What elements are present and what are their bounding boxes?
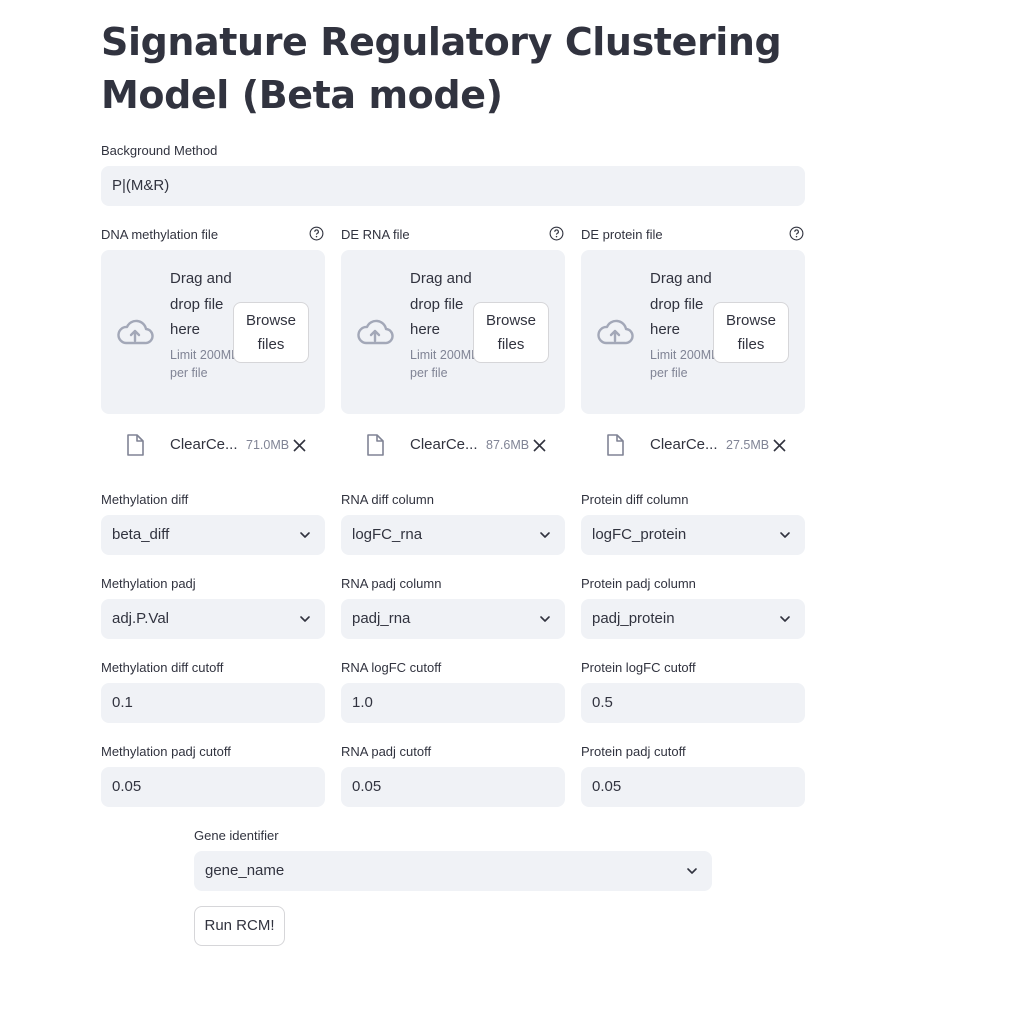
methylation-padj-cutoff-input[interactable]: 0.05 [101,767,325,807]
help-circle-icon[interactable] [789,226,804,241]
file-size: 27.5MB [726,438,770,452]
drag-drop-text: Drag and drop file here [410,270,472,338]
de-rna-dropzone[interactable]: Drag and drop file here Limit 200MB per … [341,250,565,414]
protein-padj-column-label: Protein padj column [581,576,696,591]
close-icon[interactable] [293,439,306,452]
protein-logfc-cutoff-label: Protein logFC cutoff [581,660,696,675]
run-rcm-button[interactable]: Run RCM! [194,906,285,946]
background-method-input[interactable]: P|(M&R) [101,166,805,206]
protein-padj-cutoff-label: Protein padj cutoff [581,744,686,759]
selected-value: padj_rna [352,610,411,627]
chevron-down-icon [687,868,697,874]
methylation-padj-select[interactable]: adj.P.Val [101,599,325,639]
selected-value: logFC_rna [352,526,423,543]
rna-diff-column-label: RNA diff column [341,492,434,507]
rna-padj-cutoff-label: RNA padj cutoff [341,744,432,759]
chevron-down-icon [300,532,310,538]
cloud-upload-icon [117,319,154,345]
browse-files-button[interactable]: Browse files [473,302,549,363]
chevron-down-icon [540,616,550,622]
drag-drop-text: Drag and drop file here [170,270,232,338]
chevron-down-icon [780,616,790,622]
rna-diff-column-select[interactable]: logFC_rna [341,515,565,555]
dna-methylation-dropzone[interactable]: Drag and drop file here Limit 200MB per … [101,250,325,414]
cloud-upload-icon [357,319,394,345]
help-circle-icon[interactable] [549,226,564,241]
file-size: 87.6MB [486,438,530,452]
rna-logfc-cutoff-input[interactable]: 1.0 [341,683,565,723]
uploaded-file-row: ClearCe... 27.5MB [581,428,805,464]
protein-diff-column-select[interactable]: logFC_protein [581,515,805,555]
browse-files-button[interactable]: Browse files [713,302,789,363]
de-rna-file-label: DE RNA file [341,227,410,242]
cloud-upload-icon [597,319,634,345]
methylation-diff-label: Methylation diff [101,492,189,507]
rna-padj-column-select[interactable]: padj_rna [341,599,565,639]
selected-value: logFC_protein [592,526,687,543]
gene-identifier-label: Gene identifier [194,828,279,843]
rna-padj-cutoff-input[interactable]: 0.05 [341,767,565,807]
protein-logfc-cutoff-input[interactable]: 0.5 [581,683,805,723]
file-limit-text: Limit 200MB per file [170,348,240,380]
chevron-down-icon [300,616,310,622]
selected-value: padj_protein [592,610,675,627]
help-circle-icon[interactable] [309,226,324,241]
chevron-down-icon [780,532,790,538]
methylation-padj-cutoff-label: Methylation padj cutoff [101,744,231,759]
selected-value: beta_diff [112,526,170,543]
methylation-diff-cutoff-input[interactable]: 0.1 [101,683,325,723]
selected-value: adj.P.Val [112,610,169,627]
file-icon [127,434,144,456]
gene-identifier-select[interactable]: gene_name [194,851,712,891]
methylation-diff-cutoff-label: Methylation diff cutoff [101,660,224,675]
page-title: Signature Regulatory Clustering Model (B… [101,20,782,117]
file-size: 71.0MB [246,438,290,452]
dna-methylation-file-label: DNA methylation file [101,227,219,242]
file-name: ClearCe... [410,436,478,453]
uploaded-file-row: ClearCe... 71.0MB [101,428,325,464]
file-icon [607,434,624,456]
file-limit-text: Limit 200MB per file [650,348,720,380]
browse-files-button[interactable]: Browse files [233,302,309,363]
drag-drop-text: Drag and drop file here [650,270,712,338]
protein-padj-column-select[interactable]: padj_protein [581,599,805,639]
de-protein-dropzone[interactable]: Drag and drop file here Limit 200MB per … [581,250,805,414]
file-limit-text: Limit 200MB per file [410,348,480,380]
close-icon[interactable] [773,439,786,452]
methylation-diff-select[interactable]: beta_diff [101,515,325,555]
file-icon [367,434,384,456]
rna-padj-column-label: RNA padj column [341,576,442,591]
background-method-label: Background Method [101,143,218,158]
methylation-padj-label: Methylation padj [101,576,196,591]
file-name: ClearCe... [650,436,718,453]
close-icon[interactable] [533,439,546,452]
selected-value: gene_name [205,862,285,879]
protein-diff-column-label: Protein diff column [581,492,689,507]
file-name: ClearCe... [170,436,238,453]
de-protein-file-label: DE protein file [581,227,663,242]
chevron-down-icon [540,532,550,538]
protein-padj-cutoff-input[interactable]: 0.05 [581,767,805,807]
rna-logfc-cutoff-label: RNA logFC cutoff [341,660,442,675]
uploaded-file-row: ClearCe... 87.6MB [341,428,565,464]
